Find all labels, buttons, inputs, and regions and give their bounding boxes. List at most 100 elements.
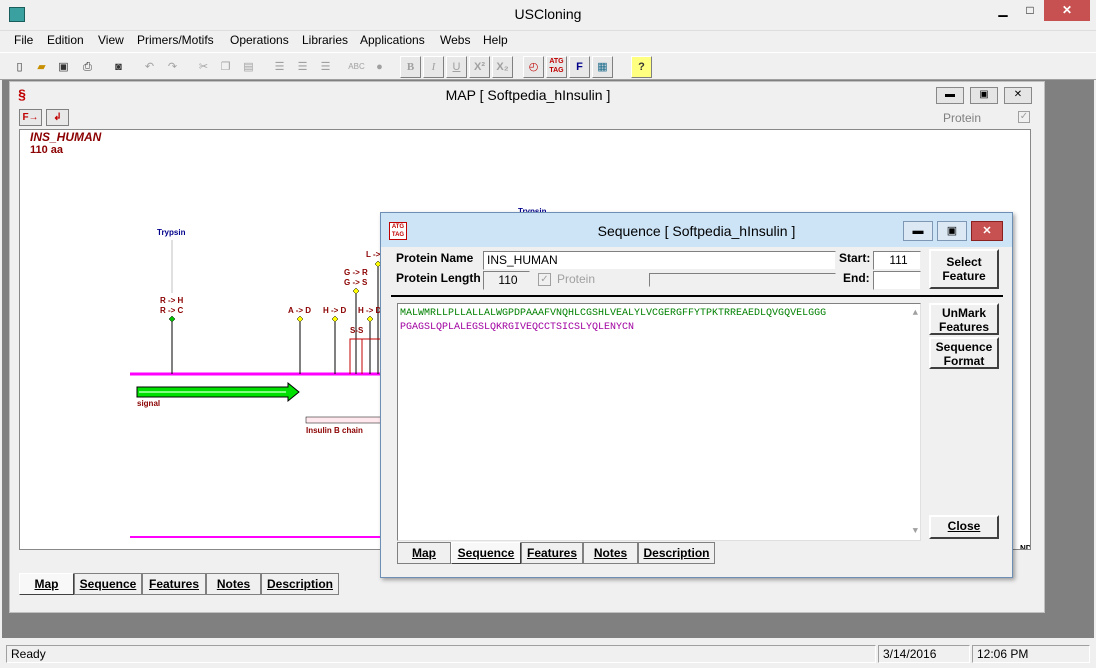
status-bar: Ready 3/14/2016 12:06 PM [0,643,1096,668]
seq-tab-notes[interactable]: Notes [583,542,638,564]
forward-arrow-icon[interactable]: F→ [19,109,42,126]
rh-marker [168,315,176,323]
menu-edition[interactable]: Edition [47,33,84,47]
mutation-r-h: R -> H [160,296,184,305]
map-tab-sequence[interactable]: Sequence [74,573,142,595]
unmark-features-button[interactable]: UnMark Features [929,303,999,335]
map-icon[interactable]: ◴ [523,56,544,78]
gr-marker [352,287,360,295]
italic-icon[interactable]: I [423,56,444,78]
map-close-button[interactable]: ✕ [1004,87,1032,104]
sequence-format-button[interactable]: Sequence Format [929,337,999,369]
help-icon[interactable]: ? [631,56,652,78]
status-time: 12:06 PM [972,645,1090,663]
menu-view[interactable]: View [98,33,124,47]
align-right-icon[interactable]: ☰ [315,56,336,78]
grid-icon[interactable]: ▦ [592,56,613,78]
protein-name-field[interactable]: INS_HUMAN [483,251,836,270]
hd1-marker [331,315,339,323]
subscript-icon[interactable]: X₂ [492,56,513,78]
undo-icon[interactable]: ↶ [139,56,160,78]
ad-marker [296,315,304,323]
select-feature-button[interactable]: Select Feature [929,249,999,289]
sequence-window: Sequence [ Softpedia_hInsulin ] ATG TAG … [380,212,1013,578]
map-tab-features[interactable]: Features [142,573,206,595]
abc-icon[interactable]: ABC [346,56,367,78]
copy-icon[interactable]: ❐ [215,56,236,78]
maximize-button[interactable]: □ [1017,0,1043,21]
atg-translate-icon[interactable]: ATG TAG [546,56,567,78]
paste-icon[interactable]: ▤ [238,56,259,78]
menu-libraries[interactable]: Libraries [302,33,348,47]
seq-tab-features[interactable]: Features [521,542,583,564]
minimize-button[interactable]: ▁ [990,0,1016,21]
hd2-marker [366,315,374,323]
seq-tab-description[interactable]: Description [638,542,715,564]
mutation-l: L -> [366,250,381,259]
protein-seq-checkbox-label: Protein [557,272,596,286]
app-title: USCloning [514,6,582,22]
seq-minimize-button[interactable]: ▬ [903,221,933,241]
protein-checkbox[interactable]: ✓ [1018,111,1030,123]
color-icon[interactable]: ● [369,56,390,78]
protein-label: Protein [943,111,982,125]
superscript-icon[interactable]: X² [469,56,490,78]
protein-length-field: 110 [483,271,530,290]
map-tab-notes[interactable]: Notes [206,573,261,595]
print-icon[interactable]: ⎙ [77,56,98,78]
reverse-arrow-icon[interactable]: ↲ [46,109,69,126]
map-window-title: MAP [ Softpedia_hInsulin ] [445,87,611,103]
open-folder-icon[interactable]: ▰ [31,56,52,78]
seq-close-button[interactable]: ✕ [971,221,1003,241]
separator-line [391,295,1003,297]
protein-seq-checkbox: ✓ [538,273,551,286]
align-left-icon[interactable]: ☰ [269,56,290,78]
app-titlebar: USCloning ▁ □ ✕ [0,0,1096,31]
menu-applications[interactable]: Applications [360,33,425,47]
map-tab-map[interactable]: Map [19,573,74,595]
menu-primers-motifs[interactable]: Primers/Motifs [137,33,214,47]
start-field[interactable]: 111 [873,251,921,270]
menu-operations[interactable]: Operations [230,33,289,47]
end-label: End: [843,271,870,285]
redo-icon[interactable]: ↷ [162,56,183,78]
bold-icon[interactable]: B [400,56,421,78]
mutation-a-d: A -> D [288,306,312,315]
sequence-line-1: MALWMRLLPLLALLALWGPDPAAAFVNQHLCGSHLVEALY… [400,308,827,319]
sequence-text-area[interactable]: MALWMRLLPLLALLALWGPDPAAAFVNQHLCGSHLVEALY… [397,303,921,541]
status-date: 3/14/2016 [878,645,970,663]
mutation-h-d-1: H -> D [323,306,347,315]
menu-file[interactable]: File [14,33,33,47]
align-center-icon[interactable]: ☰ [292,56,313,78]
insulin-b-chain-label: Insulin B chain [306,426,363,435]
sequence-line-2: PGAGSLQPLALEGSLQKRGIVEQCCTSICSLYQLENYCN [400,322,635,333]
close-button[interactable]: ✕ [1044,0,1090,21]
signal-label: signal [137,399,161,408]
menu-bar: File Edition View Primers/Motifs Operati… [0,31,1096,51]
protein-length-label: Protein Length [396,271,481,285]
status-text: Ready [6,645,876,663]
camera-icon[interactable]: ◙ [108,56,129,78]
end-field[interactable] [873,271,921,290]
seq-tab-sequence[interactable]: Sequence [451,542,521,564]
mutation-r-c: R -> C [160,306,184,315]
close-sequence-button[interactable]: Close [929,515,999,539]
scroll-down-icon[interactable]: ▼ [913,524,918,538]
save-icon[interactable]: ▣ [53,56,74,78]
menu-help[interactable]: Help [483,33,508,47]
seq-tab-map[interactable]: Map [397,542,451,564]
underline-icon[interactable]: U [446,56,467,78]
mutation-g-s: G -> S [344,278,368,287]
menu-webs[interactable]: Webs [440,33,470,47]
new-file-icon[interactable]: ▯ [9,56,30,78]
seq-restore-button[interactable]: ▣ [937,221,967,241]
nd-label: ND [1020,544,1031,550]
map-tab-description[interactable]: Description [261,573,339,595]
map-minimize-button[interactable]: ▬ [936,87,964,104]
progress-field [649,273,836,287]
map-restore-button[interactable]: ▣ [970,87,998,104]
features-icon[interactable]: F [569,56,590,78]
scroll-up-icon[interactable]: ▲ [913,306,918,320]
cut-icon[interactable]: ✂ [193,56,214,78]
protein-name-label: Protein Name [396,251,474,265]
